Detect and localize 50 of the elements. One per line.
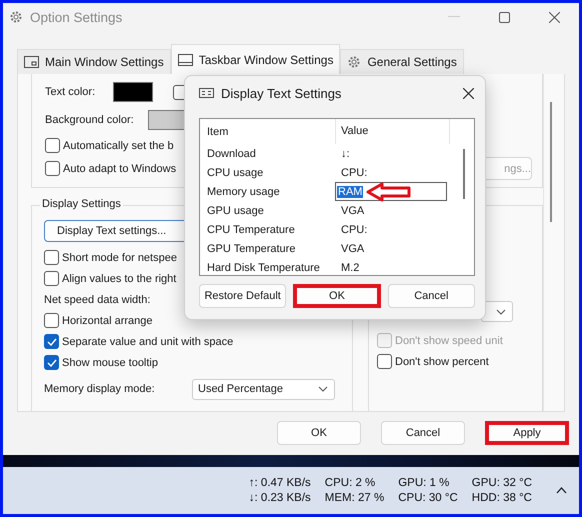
monitor-reading: MEM: 27 % (324, 492, 384, 504)
checkbox-label: Auto adapt to Windows (63, 162, 176, 174)
table-cell-text: ↓: (340, 148, 350, 160)
table-cell-text: CPU: (340, 166, 368, 178)
label: Net speed data width: (44, 294, 150, 306)
table-cell-text: VGA (340, 204, 364, 216)
tab[interactable]: Main Window Settings (17, 49, 171, 74)
checkbox-label: Separate value and unit with space (62, 336, 234, 348)
value-input[interactable]: RAM (335, 182, 447, 201)
checkbox-label: Automatically set the b (63, 140, 174, 152)
column-header[interactable]: Value (335, 119, 450, 144)
monitor-reading: ↑: 0.47 KB/s (248, 477, 311, 489)
checkbox-label: Align values to the right (62, 272, 176, 284)
label: Background color: (45, 114, 134, 126)
tab[interactable]: General Settings (340, 49, 464, 74)
checkbox-label: Don't show speed unit (395, 334, 503, 346)
dialog-button[interactable]: Cancel (388, 284, 475, 308)
dialog-button[interactable]: OK (277, 421, 361, 445)
label: Memory display mode: (44, 383, 156, 395)
tab[interactable]: Taskbar Window Settings (170, 44, 340, 74)
monitor-reading: CPU: 2 % (324, 477, 376, 489)
checkbox-label: Horizontal arrange (62, 314, 152, 326)
dialog-button[interactable]: OK (293, 284, 381, 308)
memory-mode-dropdown[interactable]: Used Percentage (192, 378, 335, 400)
checkbox-label: Don't show percent (395, 356, 489, 368)
table-cell-text: GPU usage (207, 204, 265, 216)
table-cell-text: CPU: (340, 224, 368, 236)
monitor-reading: GPU: 32 °C (472, 477, 532, 489)
table-cell-text: VGA (340, 242, 364, 254)
table-cell-text: Download (207, 148, 257, 160)
dialog-button[interactable]: Apply (485, 421, 569, 445)
monitor-reading: HDD: 38 °C (472, 492, 532, 504)
group-title: Display Settings (40, 198, 123, 210)
table-cell-text: Hard Disk Temperature (207, 262, 321, 274)
monitor-reading: GPU: 1 % (398, 477, 450, 489)
dialog-title: Display Text Settings (221, 86, 342, 100)
monitor-reading: CPU: 30 °C (398, 492, 458, 504)
label: Text color: (45, 86, 96, 98)
table-cell-text: CPU usage (207, 166, 264, 178)
table-cell-text: GPU Temperature (207, 242, 296, 254)
checkbox-label: Short mode for netspee (62, 252, 177, 264)
column-header[interactable]: Item (207, 126, 335, 138)
window-title: Option Settings (30, 10, 122, 24)
dialog-button[interactable]: Cancel (381, 421, 465, 445)
monitor-reading: ↓: 0.23 KB/s (248, 492, 311, 504)
table-cell-text: Memory usage (207, 186, 281, 198)
table-cell-text: M.2 (340, 262, 360, 274)
dialog-button[interactable]: Restore Default (199, 284, 286, 308)
checkbox-label: Show mouse tooltip (62, 356, 158, 368)
table-cell-text: CPU Temperature (207, 224, 296, 236)
